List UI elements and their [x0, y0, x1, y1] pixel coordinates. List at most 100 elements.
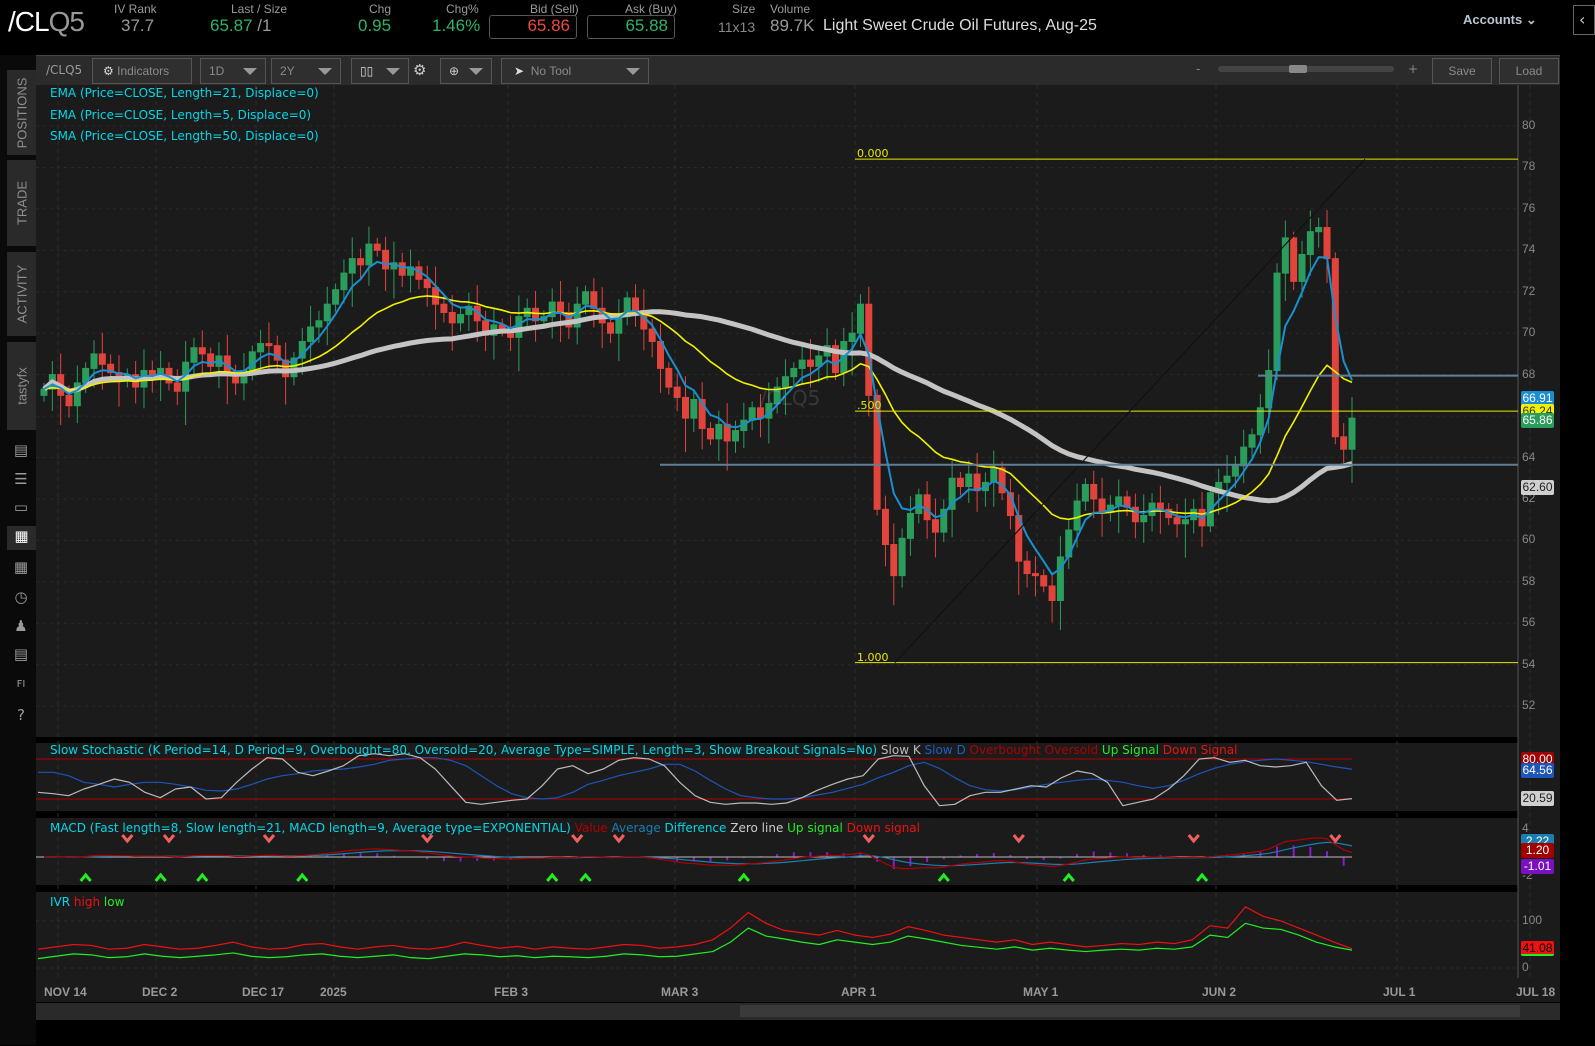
candle-up — [1140, 515, 1148, 523]
y-tick-label: 74 — [1522, 242, 1536, 257]
candle-up — [856, 303, 864, 334]
study-ema5-label[interactable]: EMA (Price=CLOSE, Length=5, Displace=0) — [50, 108, 311, 122]
watchlist-icon[interactable]: ☰ — [10, 469, 32, 489]
ask-buy-button[interactable]: 65.88 — [587, 15, 675, 39]
indicators-label: Indicators — [117, 64, 170, 78]
candle-down — [956, 477, 964, 488]
candle-down — [673, 386, 681, 398]
macd-legend[interactable]: MACD (Fast length=8, Slow length=21, MAC… — [50, 821, 920, 835]
study-ema21-label[interactable]: EMA (Price=CLOSE, Length=21, Displace=0) — [50, 86, 319, 100]
candle-up — [582, 291, 590, 305]
y-tick-label: 80 — [1522, 118, 1536, 132]
candle-up — [365, 243, 373, 266]
y-tick-label: 56 — [1522, 615, 1536, 630]
chg-label: Chg — [369, 2, 392, 16]
tv-icon[interactable]: ▭ — [10, 497, 32, 517]
history-icon[interactable]: ◷ — [10, 587, 32, 607]
tab-label: tastyfx — [14, 367, 29, 405]
zoom-out-button[interactable]: - — [1196, 62, 1200, 76]
candle-down — [1098, 498, 1106, 512]
save-button[interactable]: Save — [1432, 58, 1492, 84]
candle-down — [648, 328, 656, 342]
bid-sell-button[interactable]: 65.86 — [489, 15, 577, 39]
tab-activity[interactable]: ACTIVITY — [7, 252, 36, 336]
load-button[interactable]: Load — [1499, 58, 1559, 84]
zoom-in-button[interactable]: + — [1408, 62, 1418, 76]
range-dropdown[interactable]: 2Y — [271, 58, 341, 84]
instrument-description: Light Sweet Crude Oil Futures, Aug-25 — [823, 17, 1097, 34]
drawing-tool-dropdown[interactable]: ➤ No Tool — [501, 58, 649, 84]
indicators-button[interactable]: ⚙ Indicators — [92, 58, 192, 84]
aggregation-dropdown[interactable]: 1D — [200, 58, 266, 84]
chg-pct-label: Chg% — [446, 2, 479, 16]
drawing-style-dropdown[interactable]: ⊕ — [440, 58, 492, 84]
candle-up — [1056, 556, 1064, 601]
chevron-left-icon: ‹ — [1579, 10, 1586, 29]
tab-trade[interactable]: TRADE — [7, 160, 36, 246]
analysis-icon[interactable]: ▤ — [10, 440, 32, 460]
candle-down — [423, 278, 431, 289]
ivr-badge: 41.08 — [1521, 941, 1554, 956]
fib-level-label: .500 — [857, 399, 882, 413]
macd-legend-item: Zero line — [726, 821, 784, 835]
candle-up — [1081, 483, 1089, 502]
symbol-title[interactable]: /CLQ5 — [8, 6, 85, 38]
calendar-icon[interactable]: ▤ — [10, 644, 32, 664]
range-value: 2Y — [280, 64, 295, 78]
candle-down — [1331, 258, 1339, 438]
candlestick-icon: ▯▯ — [360, 64, 374, 78]
stoch-badge: 20.59 — [1521, 791, 1554, 806]
stoch-badge: 64.56 — [1521, 763, 1554, 778]
stoch-legend-item: Down Signal — [1158, 743, 1238, 757]
x-tick-label: APR 1 — [841, 985, 877, 999]
iv-rank-label: IV Rank — [114, 2, 157, 16]
candle-up — [1223, 475, 1231, 483]
price-chart[interactable] — [36, 85, 1560, 1020]
stochastic-legend[interactable]: Slow Stochastic (K Period=14, D Period=9… — [50, 743, 1237, 757]
tab-tastyfx[interactable]: tastyfx — [7, 342, 36, 430]
symbol-contract: Q5 — [48, 6, 85, 37]
candle-up — [457, 314, 465, 324]
accounts-label: Accounts — [1463, 12, 1523, 27]
x-tick-label: JUN 2 — [1202, 985, 1237, 999]
collapse-panel-button[interactable]: ‹ — [1573, 5, 1595, 35]
volume-label: Volume — [770, 2, 811, 16]
ivr-legend[interactable]: IVR high low — [50, 895, 124, 909]
candle-up — [715, 423, 723, 440]
grid-layout-icon[interactable]: ▦ — [10, 557, 32, 577]
x-tick-label: JUL 18 — [1516, 985, 1556, 999]
scrollbar-thumb[interactable] — [740, 1005, 1520, 1017]
candle-down — [665, 367, 673, 388]
help-icon[interactable]: ? — [10, 705, 32, 725]
tab-positions[interactable]: POSITIONS — [7, 70, 36, 155]
macd-legend-item: Down signal — [842, 821, 920, 835]
zoom-slider-thumb[interactable] — [1289, 65, 1308, 73]
candle-up — [965, 473, 973, 488]
ivr-title: IVR — [50, 895, 71, 909]
tool-label: No Tool — [530, 64, 572, 78]
candle-down — [1340, 436, 1348, 450]
candle-up — [1348, 417, 1356, 450]
accounts-dropdown[interactable]: Accounts ⌄ — [1463, 12, 1537, 28]
charts-icon[interactable]: ▦ — [7, 526, 36, 550]
community-icon[interactable]: ♟ — [10, 616, 32, 636]
last-price: 65.87 — [210, 16, 253, 35]
symbol-watermark: /CLQ5 — [760, 386, 821, 410]
last-size-label: Last / Size — [231, 2, 288, 16]
candle-down — [1023, 560, 1031, 575]
zoom-slider[interactable] — [1218, 65, 1394, 73]
bid-label: Bid (Sell) — [530, 2, 579, 16]
study-sma50-label[interactable]: SMA (Price=CLOSE, Length=50, Displace=0) — [50, 129, 319, 143]
candle-down — [1040, 575, 1048, 587]
tab-label: TRADE — [14, 180, 29, 226]
candle-up — [1281, 237, 1289, 274]
chart-type-dropdown[interactable]: ▯▯ — [351, 58, 409, 84]
ask-label: Ask (Buy) — [625, 2, 678, 16]
candle-down — [357, 258, 365, 266]
ivr-y-tick: 0 — [1522, 960, 1529, 974]
x-tick-label: DEC 17 — [242, 985, 285, 999]
candle-up — [248, 351, 256, 371]
candle-down — [1031, 573, 1039, 577]
settings-gear-icon[interactable]: ⚙ — [413, 61, 426, 79]
fixed-income-icon[interactable]: FI — [10, 675, 32, 695]
